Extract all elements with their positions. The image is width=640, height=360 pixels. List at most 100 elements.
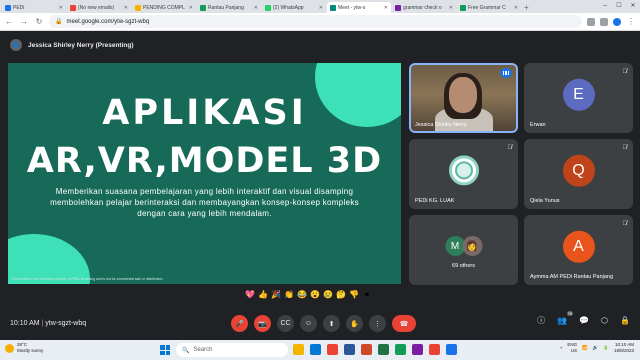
tab-close-icon[interactable]: ✕	[319, 5, 323, 11]
lock-icon[interactable]: 🔒	[620, 316, 630, 325]
browser-tab[interactable]: Meet - ytw-s ✕	[327, 2, 391, 13]
profile-icon[interactable]	[613, 17, 621, 26]
camera-toggle-button[interactable]: 📷	[254, 315, 271, 332]
file-explorer-icon[interactable]	[293, 344, 304, 355]
back-icon[interactable]: ←	[4, 17, 14, 26]
forward-icon[interactable]: →	[19, 17, 29, 26]
extension-icon[interactable]	[587, 17, 595, 26]
volume-icon[interactable]: 🔊	[593, 345, 599, 351]
captions-icon: CC	[280, 320, 291, 327]
tab-favicon-icon	[460, 4, 466, 11]
start-button[interactable]	[160, 345, 170, 355]
raise-hand-button[interactable]: ✋	[346, 315, 363, 332]
tab-favicon-icon	[395, 4, 401, 11]
present-button[interactable]: ⬆	[323, 315, 340, 332]
presentation-view: APLIKASI AR,VR,MODEL 3D Memberikan suasa…	[8, 63, 401, 284]
reload-icon[interactable]: ↻	[34, 17, 44, 26]
tab-close-icon[interactable]: ✕	[384, 5, 388, 11]
taskbar-search[interactable]: 🔍 Search	[176, 343, 288, 357]
app-icon[interactable]	[429, 344, 440, 355]
participant-name: Jessica Shirley Nerry	[415, 122, 467, 128]
maximize-icon[interactable]: ☐	[612, 0, 626, 12]
weather-widget[interactable]: 28°C Mostly sunny	[5, 342, 43, 354]
presenter-header: 👤 Jessica Shirley Nerry (Presenting)	[0, 31, 640, 59]
browser-tab[interactable]: Free Grammar C ✕	[457, 2, 521, 13]
mic-off-icon: 🎙̸	[622, 69, 628, 75]
more-icon: ⋮	[374, 320, 381, 328]
tab-label: (2) WhatsApp	[273, 4, 304, 11]
reaction-emoji[interactable]: 😂	[297, 290, 307, 300]
tab-label: Free Grammar C	[468, 4, 506, 11]
excel-icon[interactable]	[378, 344, 389, 355]
browser-tab[interactable]: PENDING COMPL ✕	[132, 2, 196, 13]
others-tile[interactable]: M 👩 69 others	[409, 215, 518, 285]
reaction-emoji[interactable]: 🤔	[336, 290, 346, 300]
captions-button[interactable]: CC	[277, 315, 294, 332]
clock[interactable]: 10:10 AM 18/8/2023	[614, 342, 634, 354]
tab-close-icon[interactable]: ✕	[59, 5, 63, 11]
sun-icon	[5, 343, 14, 353]
extension-icon[interactable]	[600, 17, 608, 26]
tab-close-icon[interactable]: ✕	[124, 5, 128, 11]
more-options-button[interactable]: ⋮	[369, 315, 386, 332]
url-field[interactable]: 🔒 meet.google.com/ytw-sgzt-wbq	[49, 15, 582, 28]
battery-icon[interactable]: 🔋	[603, 345, 609, 351]
clock-date: 18/8/2023	[613, 348, 634, 353]
powerpoint-icon[interactable]	[361, 344, 372, 355]
edge-icon[interactable]	[310, 344, 321, 355]
activities-icon[interactable]: ⬡	[601, 316, 608, 325]
participant-count-badge: 79	[566, 311, 574, 316]
browser-tab[interactable]: grammar check o ✕	[392, 2, 456, 13]
browser-tab[interactable]: (2) WhatsApp ✕	[262, 2, 326, 13]
participant-tile-erwan[interactable]: 🎙̸ E Erwan	[524, 63, 633, 133]
browser-tab[interactable]: PEDi ✕	[2, 2, 66, 13]
meeting-controls-bar: 10:10 AM | ytw-sgzt-wbq 🎤 📷 CC ☺ ⬆ ✋ ⋮ ☎…	[0, 308, 640, 338]
tab-close-icon[interactable]: ✕	[449, 5, 453, 11]
tab-close-icon[interactable]: ✕	[189, 5, 193, 11]
menu-icon[interactable]: ⋮	[626, 17, 636, 26]
mic-off-icon: 🎤	[235, 320, 244, 328]
chat-icon[interactable]: 💬	[579, 316, 589, 325]
reactions-button[interactable]: ☺	[300, 315, 317, 332]
side-controls: ⓘ 👥 79 💬 ⬡ 🔒	[537, 311, 630, 326]
reaction-emoji[interactable]: 👍	[258, 290, 268, 300]
participant-tile-pedi[interactable]: 🎙̸ PEDi KG. LUAK	[409, 139, 518, 209]
tab-close-icon[interactable]: ✕	[514, 5, 518, 11]
reaction-emoji[interactable]: 😮	[310, 290, 320, 300]
app-icon[interactable]	[446, 344, 457, 355]
reaction-emoji[interactable]: ⏺	[362, 290, 372, 300]
reaction-emoji[interactable]: 😢	[323, 290, 333, 300]
reaction-emoji[interactable]: 💖	[245, 290, 255, 300]
chrome-icon[interactable]	[327, 344, 338, 355]
word-icon[interactable]	[344, 344, 355, 355]
reaction-emoji[interactable]: 🎉	[271, 290, 281, 300]
mic-off-icon: 🎙̸	[622, 221, 628, 227]
leave-call-button[interactable]: ☎	[392, 315, 416, 332]
participant-tile-qiela[interactable]: 🎙̸ Q Qiela Yunus	[524, 139, 633, 209]
language-indicator[interactable]: ENG US	[567, 342, 577, 354]
app-icon[interactable]	[395, 344, 406, 355]
mic-toggle-button[interactable]: 🎤	[231, 315, 248, 332]
teams-icon[interactable]	[412, 344, 423, 355]
browser-tab[interactable]: (No new emails) ✕	[67, 2, 131, 13]
reaction-emoji[interactable]: 👎	[349, 290, 359, 300]
new-tab-button[interactable]: +	[524, 2, 529, 13]
info-icon[interactable]: ⓘ	[537, 315, 545, 326]
tab-close-icon[interactable]: ✕	[254, 5, 258, 11]
reaction-emoji[interactable]: 👏	[284, 290, 294, 300]
windows-taskbar: 28°C Mostly sunny 🔍 Search ^ ENG US 📶 🔊 …	[0, 340, 640, 360]
mic-off-icon: 🎙̸	[507, 145, 513, 151]
browser-tab[interactable]: Rantau Panjang ✕	[197, 2, 261, 13]
phone-hangup-icon: ☎	[399, 320, 409, 328]
chevron-up-icon[interactable]: ^	[560, 346, 562, 351]
close-icon[interactable]: ✕	[626, 0, 640, 12]
minimize-icon[interactable]: ─	[598, 0, 612, 12]
avatar: A	[562, 230, 595, 263]
people-icon[interactable]: 👥 79	[557, 311, 574, 325]
participant-tile-jessica[interactable]: Jessica Shirley Nerry	[409, 63, 518, 133]
meeting-time: 10:10 AM	[10, 319, 40, 327]
slide-body-text: Memberikan suasana pembelajaran yang leb…	[50, 187, 359, 218]
participant-name: Qiela Yunus	[530, 198, 560, 204]
participant-tile-aymma[interactable]: 🎙̸ A Aymma AM PEDi Rantau Panjang	[524, 215, 633, 285]
wifi-icon[interactable]: 📶	[582, 345, 588, 351]
